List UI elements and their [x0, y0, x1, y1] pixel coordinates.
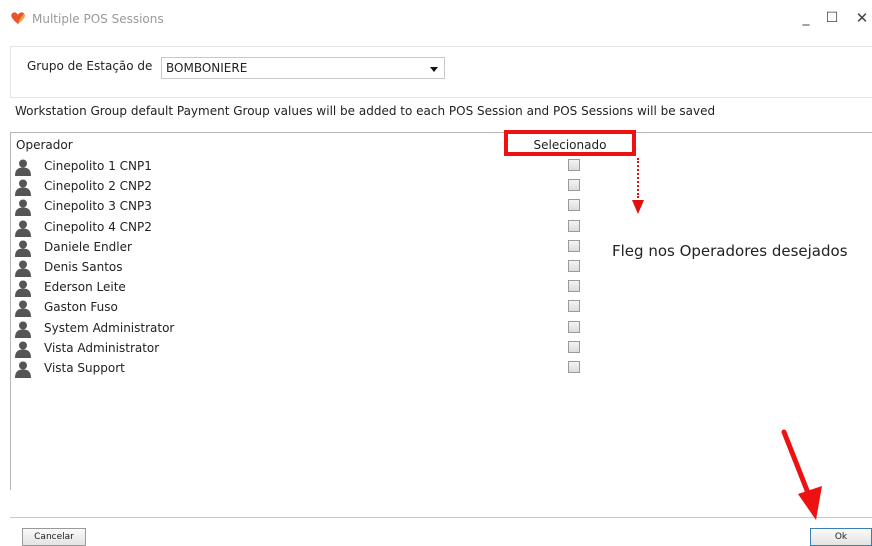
table-row: Ederson Leite — [14, 278, 594, 298]
operator-name: Gaston Fuso — [44, 300, 118, 315]
table-row: Vista Support — [14, 359, 594, 379]
selecionado-checkbox[interactable] — [568, 219, 580, 232]
selecionado-checkbox[interactable] — [568, 361, 580, 373]
group-panel: Grupo de Estação de BOMBONIERE — [10, 46, 872, 98]
vista-logo-icon — [11, 12, 25, 24]
operator-name: Vista Administrator — [44, 340, 160, 355]
red-arrow-icon — [781, 429, 822, 520]
operator-name: Cinepolito 1 CNP1 — [44, 159, 152, 173]
selecionado-checkbox[interactable] — [568, 280, 580, 293]
footer-divider — [10, 517, 872, 518]
operator-name: Cinepolito 2 CNP2 — [44, 179, 152, 194]
minimize-button[interactable]: _ — [796, 8, 816, 28]
operator-name: Denis Santos — [44, 260, 123, 274]
window-title: Multiple POS Sessions — [32, 12, 164, 26]
user-icon — [15, 159, 31, 176]
maximize-button[interactable]: ☐ — [822, 8, 842, 28]
operator-name: Ederson Leite — [44, 280, 126, 295]
table-row: Cinepolito 1 CNP1 — [14, 157, 594, 177]
group-select-value: BOMBONIERE — [166, 61, 248, 75]
user-icon — [15, 361, 31, 378]
table-row: System Administrator — [14, 319, 594, 339]
table-row: Gaston Fuso — [14, 298, 594, 318]
user-icon — [15, 341, 31, 358]
user-icon — [15, 199, 31, 217]
group-label: Grupo de Estação de — [27, 59, 153, 73]
user-icon — [15, 179, 31, 197]
title-bar: Multiple POS Sessions _ ☐ ✕ — [0, 0, 872, 40]
table-row: Denis Santos — [14, 258, 594, 278]
column-header-selecionado-highlight: Selecionado — [504, 130, 636, 156]
table-row: Daniele Endler — [14, 238, 594, 258]
selecionado-checkbox[interactable] — [568, 179, 580, 192]
cancel-button[interactable]: Cancelar — [22, 528, 86, 546]
group-select[interactable]: BOMBONIERE — [161, 57, 445, 79]
selecionado-checkbox[interactable] — [568, 320, 580, 333]
operator-name: System Administrator — [44, 320, 175, 335]
selecionado-checkbox[interactable] — [568, 300, 580, 313]
selecionado-checkbox[interactable] — [568, 159, 580, 171]
table-row: Cinepolito 3 CNP3 — [14, 197, 594, 217]
selecionado-checkbox[interactable] — [568, 239, 580, 252]
table-row: Cinepolito 4 CNP2 — [14, 218, 594, 238]
operator-name: Cinepolito 3 CNP3 — [44, 199, 152, 214]
close-button[interactable]: ✕ — [852, 8, 872, 28]
selecionado-checkbox[interactable] — [568, 199, 580, 212]
ok-button[interactable]: Ok — [810, 528, 872, 546]
operator-name: Daniele Endler — [44, 239, 132, 254]
user-icon — [15, 321, 31, 338]
selecionado-checkbox[interactable] — [568, 340, 580, 353]
user-icon — [15, 260, 31, 277]
info-text: Workstation Group default Payment Group … — [15, 104, 716, 118]
user-icon — [15, 220, 31, 237]
operator-name: Vista Support — [44, 361, 125, 375]
user-icon — [15, 300, 31, 318]
table-row: Cinepolito 2 CNP2 — [14, 177, 594, 197]
column-header-operador: Operador — [16, 138, 73, 152]
annotation-arrow-head-icon — [632, 200, 644, 214]
table-row: Vista Administrator — [14, 339, 594, 359]
selecionado-checkbox[interactable] — [568, 260, 580, 272]
chevron-down-icon — [430, 67, 438, 72]
user-icon — [15, 280, 31, 298]
operator-name: Cinepolito 4 CNP2 — [44, 219, 152, 234]
annotation-text: Fleg nos Operadores desejados — [612, 242, 848, 260]
user-icon — [15, 240, 31, 257]
annotation-dotted-line — [637, 158, 639, 198]
column-header-selecionado: Selecionado — [533, 138, 607, 152]
